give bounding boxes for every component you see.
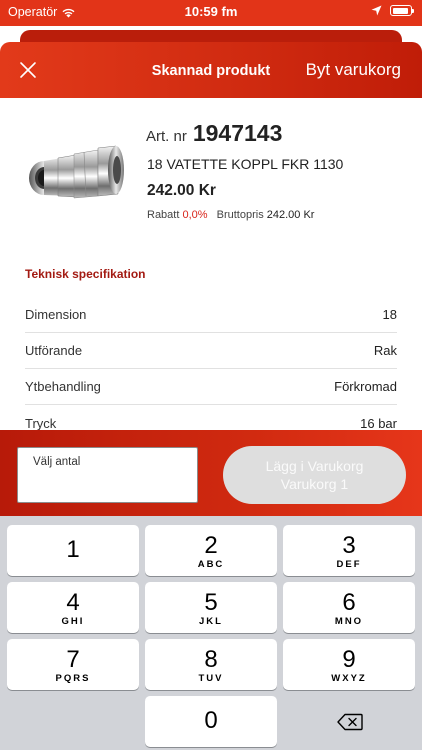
key-digit: 6 bbox=[342, 589, 356, 616]
nav-bar: Skannad produkt Byt varukorg bbox=[0, 42, 422, 98]
article-number: 1947143 bbox=[192, 120, 283, 146]
product-price: 242.00 Kr bbox=[147, 182, 216, 199]
key-letters: GHI bbox=[61, 616, 85, 627]
key-letters: ABC bbox=[197, 559, 225, 570]
key-6[interactable]: 6 MNO bbox=[283, 582, 415, 633]
location-arrow-icon bbox=[371, 5, 382, 16]
key-letters: TUV bbox=[198, 673, 224, 684]
battery-icon bbox=[390, 5, 414, 16]
spec-value: Förkromad bbox=[334, 379, 397, 394]
spec-label: Utförande bbox=[25, 343, 83, 358]
spec-table: Dimension 18 Utförande Rak Ytbehandling … bbox=[25, 297, 397, 430]
key-digit: 0 bbox=[204, 707, 218, 734]
key-8[interactable]: 8 TUV bbox=[145, 639, 277, 690]
status-bar: Operatör 10:59 fm bbox=[0, 0, 422, 26]
add-to-cart-label: Lägg i Varukorg bbox=[265, 458, 364, 474]
gross-price-value: 242.00 Kr bbox=[266, 209, 315, 221]
key-digit: 3 bbox=[342, 532, 356, 559]
nav-title: Skannad produkt bbox=[151, 63, 271, 79]
key-2[interactable]: 2 ABC bbox=[145, 525, 277, 576]
key-letters: JKL bbox=[199, 616, 223, 627]
spec-row: Tryck 16 bar bbox=[25, 405, 397, 431]
key-digit: 7 bbox=[66, 646, 80, 673]
key-digit: 9 bbox=[342, 646, 356, 673]
key-digit: 1 bbox=[66, 536, 80, 563]
key-1[interactable]: 1 bbox=[7, 525, 139, 576]
cart-name-label: Varukorg 1 bbox=[280, 476, 349, 492]
close-button[interactable] bbox=[14, 56, 42, 84]
spec-value: Rak bbox=[373, 343, 397, 358]
article-number-label: Art. nr bbox=[146, 128, 187, 145]
action-bar: Välj antal Lägg i Varukorg Varukorg 1 bbox=[0, 430, 422, 516]
key-letters: DEF bbox=[336, 559, 362, 570]
key-digit: 2 bbox=[204, 532, 218, 559]
spec-row: Utförande Rak bbox=[25, 333, 397, 369]
product-name: 18 VATETTE KOPPL FKR 1130 bbox=[147, 156, 344, 172]
discount-value: 0,0% bbox=[182, 209, 208, 221]
status-right-group bbox=[371, 5, 414, 16]
product-image bbox=[29, 145, 124, 199]
key-4[interactable]: 4 GHI bbox=[7, 582, 139, 633]
quantity-label: Välj antal bbox=[33, 456, 81, 468]
key-letters: WXYZ bbox=[331, 673, 367, 684]
spec-label: Tryck bbox=[25, 415, 57, 431]
key-3[interactable]: 3 DEF bbox=[283, 525, 415, 576]
spec-value: 16 bar bbox=[360, 415, 397, 431]
key-digit: 5 bbox=[204, 589, 218, 616]
spec-title: Teknisk specifikation bbox=[25, 267, 146, 281]
key-5[interactable]: 5 JKL bbox=[145, 582, 277, 633]
key-7[interactable]: 7 PQRS bbox=[7, 639, 139, 690]
battery-level bbox=[392, 7, 408, 14]
gross-price-label: Bruttopris bbox=[216, 209, 264, 221]
key-digit: 4 bbox=[66, 589, 80, 616]
discount-label: Rabatt bbox=[147, 209, 180, 221]
key-letters: PQRS bbox=[55, 673, 91, 684]
status-time: 10:59 fm bbox=[184, 4, 238, 19]
numeric-keypad: 1 2 ABC 3 DEF 4 GHI 5 JKL 6 MNO 7 PQRS 8… bbox=[0, 516, 422, 750]
key-0[interactable]: 0 bbox=[145, 696, 277, 747]
spec-label: Ytbehandling bbox=[25, 379, 101, 394]
key-letters: MNO bbox=[334, 616, 364, 627]
switch-cart-button[interactable]: Byt varukorg bbox=[306, 60, 401, 80]
quantity-input[interactable] bbox=[33, 474, 183, 498]
close-icon bbox=[20, 62, 36, 78]
add-to-cart-button[interactable]: Lägg i Varukorg Varukorg 1 bbox=[223, 446, 406, 504]
spec-value: 18 bbox=[382, 307, 397, 322]
delete-key[interactable] bbox=[285, 696, 415, 747]
product-details: Art. nr 1947143 18 VATETTE KOPPL FKR 113… bbox=[0, 98, 422, 430]
backspace-icon bbox=[337, 713, 363, 730]
key-9[interactable]: 9 WXYZ bbox=[283, 639, 415, 690]
article-number-row: Art. nr 1947143 bbox=[146, 120, 282, 147]
quantity-field[interactable]: Välj antal bbox=[17, 447, 198, 503]
spec-label: Dimension bbox=[25, 307, 87, 322]
spec-row: Dimension 18 bbox=[25, 297, 397, 333]
spec-row: Ytbehandling Förkromad bbox=[25, 369, 397, 405]
key-digit: 8 bbox=[204, 646, 218, 673]
price-info: Rabatt 0,0% Bruttopris 242.00 Kr bbox=[147, 209, 314, 221]
